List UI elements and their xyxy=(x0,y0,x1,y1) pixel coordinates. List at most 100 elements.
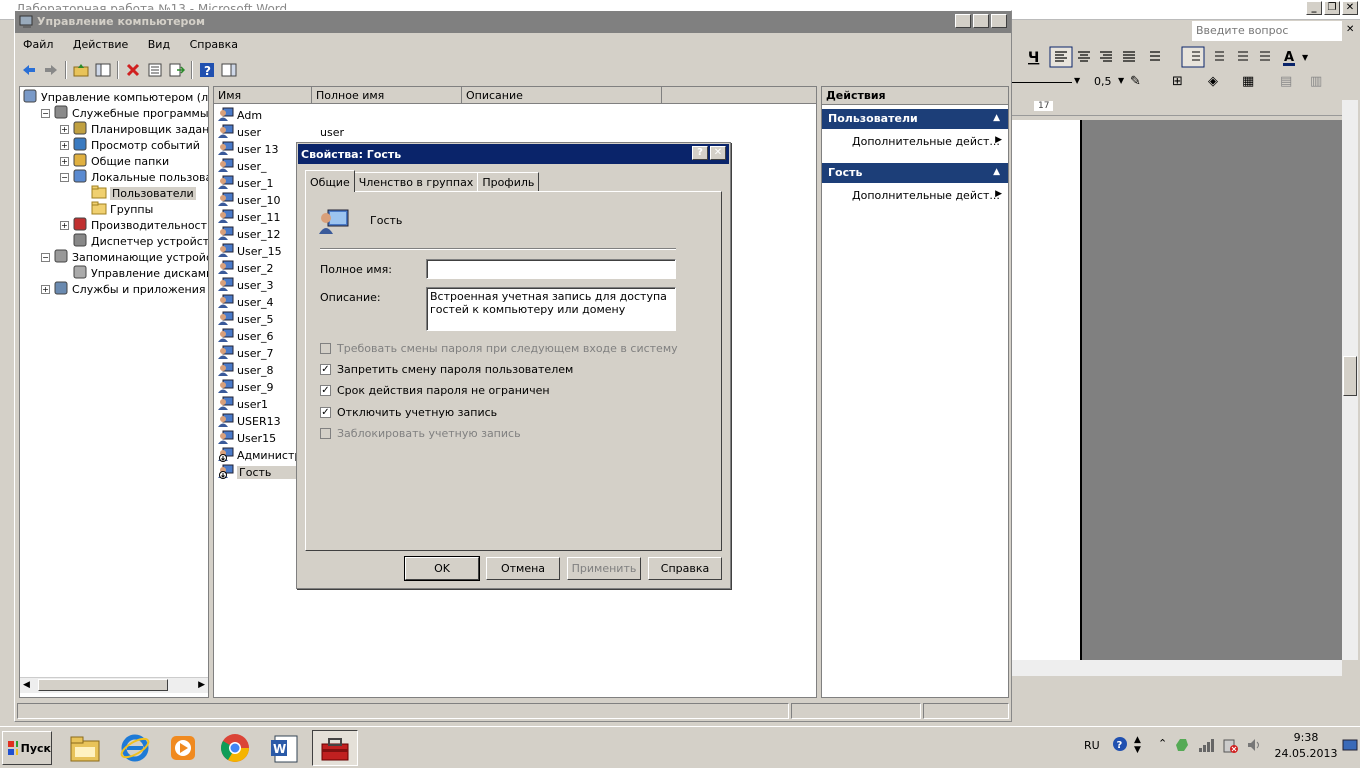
tree-item[interactable]: + Планировщик заданий xyxy=(60,121,208,137)
language-indicator[interactable]: RU xyxy=(1084,739,1100,752)
computer-management-taskbar-button[interactable] xyxy=(312,730,358,766)
expand-icon[interactable]: + xyxy=(60,140,69,150)
ie-taskbar-button[interactable] xyxy=(112,730,158,766)
properties-button[interactable] xyxy=(145,60,165,80)
shading-icon[interactable]: ◈ xyxy=(1208,74,1218,89)
expand-icon[interactable]: + xyxy=(60,156,69,166)
checkbox-checked-icon[interactable]: ✓ xyxy=(320,364,331,376)
tab-member-of[interactable]: Членство в группах xyxy=(353,172,479,192)
show-hide-tree-button[interactable] xyxy=(93,60,113,80)
tray-options-icon[interactable]: ▲ ▼ xyxy=(1134,735,1141,755)
tree-item[interactable]: − Локальные пользователи xyxy=(60,169,208,185)
tree-item[interactable]: Пользователи xyxy=(79,185,196,201)
scroll-right-icon[interactable]: ▶ xyxy=(198,680,205,690)
delete-button[interactable] xyxy=(123,60,143,80)
menu-action[interactable]: Действие xyxy=(65,35,136,51)
back-button[interactable] xyxy=(19,60,39,80)
column-description[interactable]: Описание xyxy=(462,87,662,104)
chrome-taskbar-button[interactable] xyxy=(212,730,258,766)
help-button[interactable]: ? xyxy=(197,60,217,80)
insert-table-icon[interactable]: ▦ xyxy=(1242,74,1254,89)
apply-button[interactable]: Применить xyxy=(567,557,641,580)
menu-help[interactable]: Справка xyxy=(182,35,246,51)
mmc-close-button[interactable]: ✕ xyxy=(991,14,1007,28)
tab-general[interactable]: Общие xyxy=(305,170,355,192)
border-color-icon[interactable]: ✎ xyxy=(1130,74,1141,89)
action-pane-button[interactable] xyxy=(219,60,239,80)
full-name-input[interactable] xyxy=(426,259,676,279)
split-cells-icon[interactable]: ▥ xyxy=(1310,74,1322,89)
column-full-name[interactable]: Полное имя xyxy=(312,87,462,104)
action-center-icon[interactable] xyxy=(1174,737,1190,756)
scroll-left-icon[interactable]: ◀ xyxy=(23,680,30,690)
user-row[interactable]: Adm xyxy=(218,107,320,124)
collapse-icon[interactable]: − xyxy=(41,252,50,262)
tree-scroll-thumb[interactable] xyxy=(38,679,168,691)
word-help-input[interactable]: Введите вопрос xyxy=(1192,21,1342,41)
dialog-help-button[interactable]: ? xyxy=(692,146,708,160)
tab-profile[interactable]: Профиль xyxy=(477,172,540,192)
tree-item[interactable]: + Просмотр событий xyxy=(60,137,200,153)
start-button[interactable]: Пуск xyxy=(2,731,52,765)
merge-cells-icon[interactable]: ▤ xyxy=(1280,74,1292,89)
word-document-page[interactable] xyxy=(1012,120,1082,660)
collapse-up-icon[interactable]: ▲ xyxy=(993,113,1000,123)
column-name[interactable]: Имя xyxy=(214,87,312,104)
more-actions-guest[interactable]: Дополнительные дейст... ▶ xyxy=(852,189,1002,205)
checkbox-option[interactable]: ✓ Запретить смену пароля пользователем xyxy=(320,363,573,376)
checkbox-option[interactable]: ✓ Срок действия пароля не ограничен xyxy=(320,384,550,397)
collapse-up-icon[interactable]: ▲ xyxy=(993,167,1000,177)
clock-time[interactable]: 9:38 xyxy=(1276,731,1336,744)
description-input[interactable]: Встроенная учетная запись для доступа го… xyxy=(426,287,676,331)
word-scroll-thumb[interactable] xyxy=(1343,356,1357,396)
word-horizontal-scrollbar[interactable] xyxy=(1012,660,1342,676)
mmc-minimize-button[interactable]: _ xyxy=(955,14,971,28)
checkbox-checked-icon[interactable]: ✓ xyxy=(320,385,331,397)
tree-item[interactable]: + Службы и приложения xyxy=(41,281,205,297)
expand-icon[interactable]: + xyxy=(60,220,69,230)
tree-item[interactable]: − Запоминающие устройства xyxy=(41,249,208,265)
media-player-taskbar-button[interactable] xyxy=(160,730,206,766)
help-dialog-button[interactable]: Справка xyxy=(648,557,722,580)
tree-item[interactable]: − Служебные программы xyxy=(41,105,208,121)
word-vertical-scrollbar[interactable] xyxy=(1342,100,1358,660)
word-minimize-button[interactable]: _ xyxy=(1306,1,1322,15)
tree-item[interactable]: Группы xyxy=(79,201,153,217)
expand-icon[interactable]: + xyxy=(41,284,50,294)
more-actions-users[interactable]: Дополнительные дейст... ▶ xyxy=(852,135,1002,151)
word-restore-button[interactable]: ❐ xyxy=(1324,1,1340,15)
word-taskbar-button[interactable]: W xyxy=(262,730,308,766)
clock-date[interactable]: 24.05.2013 xyxy=(1274,747,1338,760)
tree-item[interactable]: Диспетчер устройств xyxy=(60,233,208,249)
expand-icon[interactable]: + xyxy=(60,124,69,134)
tree-item[interactable]: Управление компьютером (лока xyxy=(22,89,208,105)
actions-section-users[interactable]: Пользователи ▲ xyxy=(822,109,1008,129)
checkbox-checked-icon[interactable]: ✓ xyxy=(320,406,331,418)
word-close-button[interactable]: ✕ xyxy=(1342,1,1358,15)
up-level-button[interactable] xyxy=(71,60,91,80)
user-row[interactable]: user user xyxy=(218,124,344,141)
volume-icon[interactable] xyxy=(1246,737,1262,756)
collapse-icon[interactable]: − xyxy=(41,108,50,118)
show-hidden-icons[interactable]: ⌃ xyxy=(1158,737,1167,750)
line-width-value[interactable]: 0,5 xyxy=(1094,75,1112,88)
tree-item[interactable]: Управление дисками xyxy=(60,265,208,281)
dialog-close-button[interactable]: ✕ xyxy=(710,146,726,160)
network-icon[interactable] xyxy=(1198,737,1214,756)
word-close-doc-icon[interactable]: ✕ xyxy=(1346,24,1354,35)
show-desktop-icon[interactable] xyxy=(1342,737,1358,756)
ok-button[interactable]: OK xyxy=(404,556,480,581)
word-format-icons[interactable]: Ч A ▼ xyxy=(1012,44,1360,70)
tree-item[interactable]: + Общие папки xyxy=(60,153,169,169)
menu-view[interactable]: Вид xyxy=(140,35,178,51)
line-width-dropdown[interactable]: ▼ xyxy=(1118,76,1124,85)
language-help-icon[interactable]: ? xyxy=(1112,736,1128,755)
checkbox-option[interactable]: ✓ Отключить учетную запись xyxy=(320,406,497,419)
menu-file[interactable]: Файл xyxy=(15,35,61,51)
mmc-maximize-button[interactable]: □ xyxy=(973,14,989,28)
actions-section-guest[interactable]: Гость ▲ xyxy=(822,163,1008,183)
explorer-taskbar-button[interactable] xyxy=(62,730,108,766)
collapse-icon[interactable]: − xyxy=(60,172,69,182)
tree-item[interactable]: + Производительность xyxy=(60,217,208,233)
cancel-button[interactable]: Отмена xyxy=(486,557,560,580)
